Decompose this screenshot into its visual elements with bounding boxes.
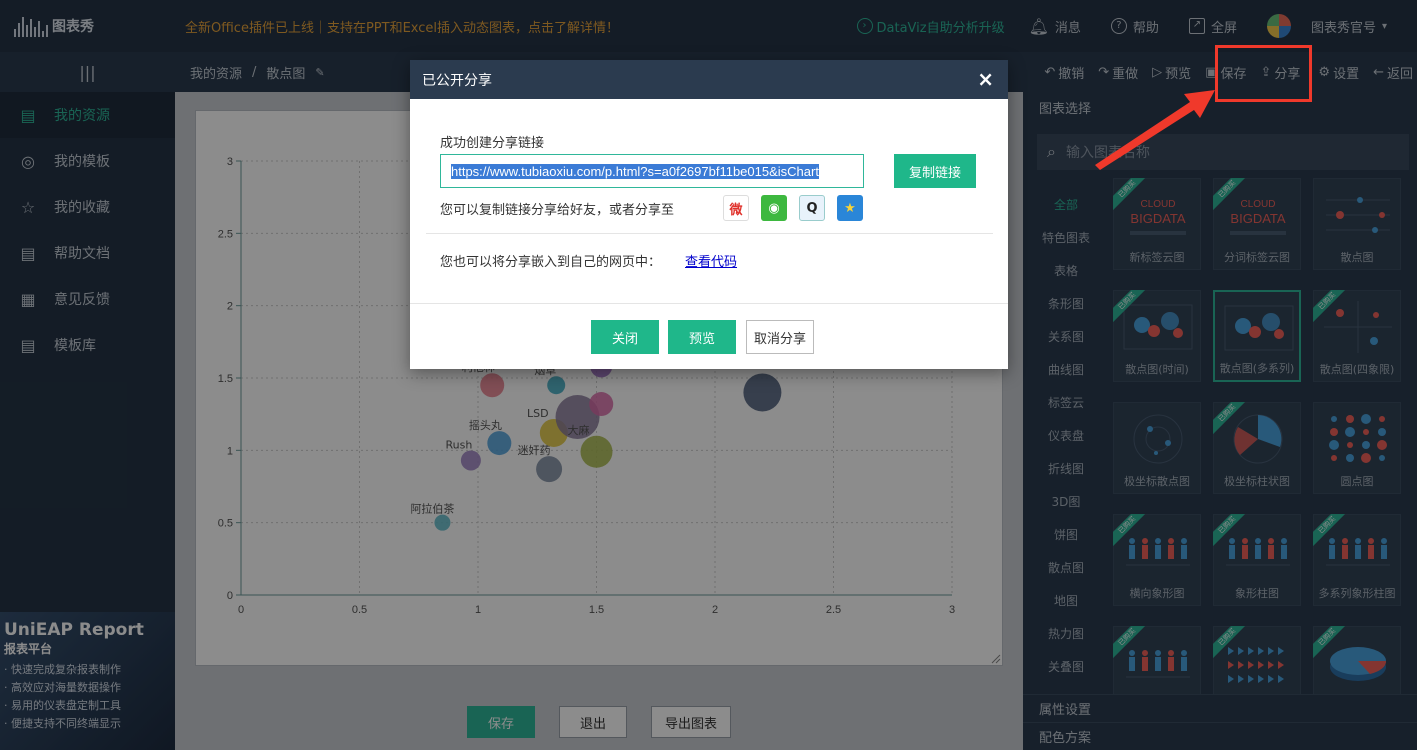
wechat-icon[interactable]: ◉ (761, 195, 787, 221)
share-to-label: 您可以复制链接分享给好友，或者分享至 (440, 203, 675, 218)
dialog-title: 已公开分享 (422, 72, 492, 89)
share-created-label: 成功创建分享链接 (440, 136, 545, 151)
cancel-share-button[interactable]: 取消分享 (746, 320, 814, 354)
copy-link-button[interactable]: 复制链接 (894, 154, 976, 188)
close-icon[interactable]: × (977, 69, 994, 89)
highlight-box (1215, 45, 1312, 102)
embed-label: 您也可以将分享嵌入到自己的网页中： (440, 255, 662, 270)
qq-icon[interactable]: Q (799, 195, 825, 221)
dialog-preview-button[interactable]: 预览 (668, 320, 736, 354)
share-dialog: 已公开分享 × 成功创建分享链接 https://www.tubiaoxiu.c… (410, 60, 1008, 369)
weibo-icon[interactable]: 微 (723, 195, 749, 221)
dialog-close-button[interactable]: 关闭 (591, 320, 659, 354)
share-url-text: https://www.tubiaoxiu.com/p.html?s=a0f26… (451, 163, 819, 179)
view-code-link[interactable]: 查看代码 (685, 251, 737, 270)
dialog-header: 已公开分享 × (410, 60, 1008, 99)
divider (426, 233, 993, 234)
share-url-field[interactable]: https://www.tubiaoxiu.com/p.html?s=a0f26… (440, 154, 864, 188)
annotation-arrow (1095, 90, 1215, 170)
divider (410, 303, 1008, 304)
qzone-icon[interactable]: ★ (837, 195, 863, 221)
